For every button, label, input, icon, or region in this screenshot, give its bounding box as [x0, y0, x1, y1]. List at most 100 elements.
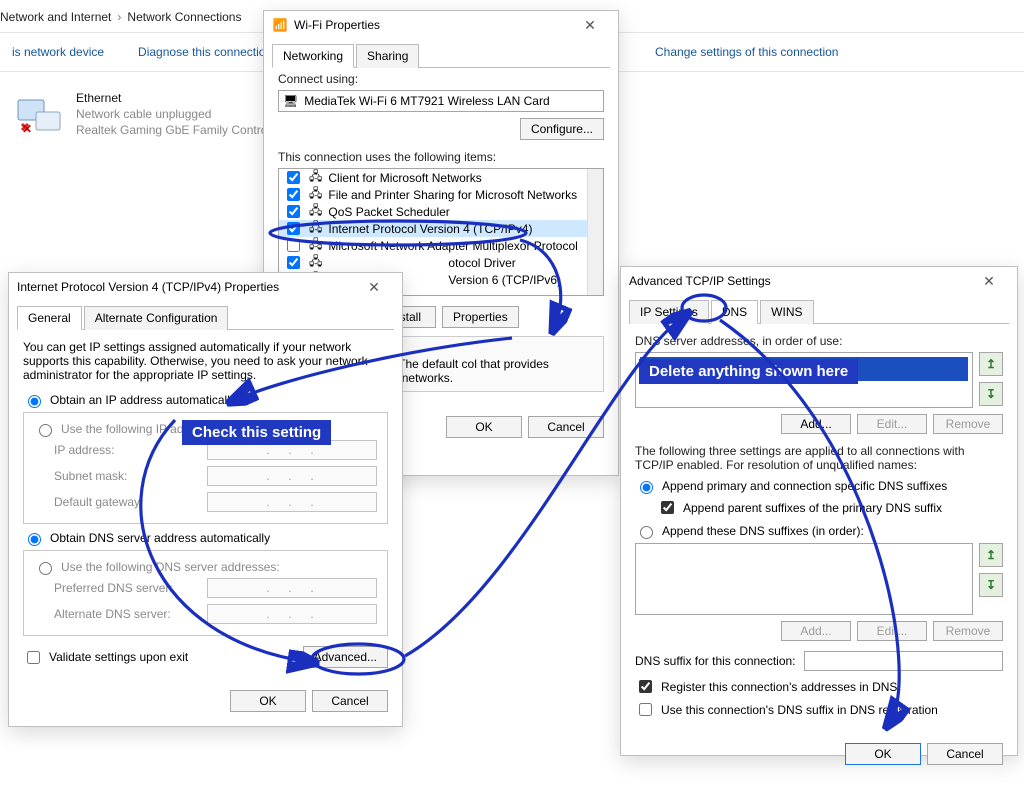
chk-item-3[interactable] — [287, 222, 300, 235]
breadcrumb-network-connections[interactable]: Network Connections — [127, 10, 241, 24]
label-append-parent: Append parent suffixes of the primary DN… — [683, 501, 942, 515]
suffix-edit-button[interactable]: Edit... — [857, 621, 927, 641]
tab-alternate-config[interactable]: Alternate Configuration — [84, 306, 229, 330]
dns-remove-button[interactable]: Remove — [933, 414, 1003, 434]
disconnected-x-icon: ✕ — [22, 122, 32, 136]
item-ipv6: Version 6 (TCP/IPv6) — [448, 273, 561, 287]
item-client-ms: Client for Microsoft Networks — [328, 171, 481, 185]
dns-suffixes-listbox[interactable] — [635, 543, 973, 615]
chk-item-1[interactable] — [287, 188, 300, 201]
ip-address-label: IP address: — [54, 443, 114, 457]
ipv4-ok-button[interactable]: OK — [230, 690, 306, 712]
dns-edit-button[interactable]: Edit... — [857, 414, 927, 434]
adapter-name: Ethernet — [76, 90, 267, 106]
tab-ip-settings[interactable]: IP Settings — [629, 300, 709, 324]
chk-validate[interactable] — [27, 651, 40, 664]
chk-item-4[interactable] — [287, 239, 300, 252]
wifi-cancel-button[interactable]: Cancel — [528, 416, 604, 438]
item-file-printer: File and Printer Sharing for Microsoft N… — [328, 188, 577, 202]
subnet-mask-field[interactable]: . . . — [207, 466, 377, 486]
radio-obtain-ip-auto[interactable] — [28, 395, 41, 408]
cmd-disable-device[interactable]: is network device — [12, 45, 104, 59]
radio-use-ip[interactable] — [39, 424, 52, 437]
alt-dns-label: Alternate DNS server: — [54, 607, 171, 621]
chk-item-5[interactable] — [287, 256, 300, 269]
tab-general[interactable]: General — [17, 306, 82, 330]
tab-wins[interactable]: WINS — [760, 300, 813, 324]
radio-use-dns[interactable] — [39, 562, 52, 575]
close-icon[interactable]: ✕ — [969, 273, 1009, 290]
connect-using-label: Connect using: — [278, 72, 604, 86]
dns-suffix-input[interactable] — [804, 651, 1003, 671]
chk-append-parent[interactable] — [661, 501, 674, 514]
dns-servers-listbox[interactable] — [635, 352, 973, 408]
chk-use-suffix[interactable] — [639, 703, 652, 716]
selected-dns-entry[interactable] — [640, 357, 968, 381]
ipv4-cancel-button[interactable]: Cancel — [312, 690, 388, 712]
tab-networking[interactable]: Networking — [272, 44, 354, 68]
ipv4-title: Internet Protocol Version 4 (TCP/IPv4) P… — [17, 280, 279, 294]
label-use-dns: Use the following DNS server addresses: — [61, 560, 280, 574]
suffix-add-button[interactable]: Add... — [781, 621, 851, 641]
item-ipv4: Internet Protocol Version 4 (TCP/IPv4) — [328, 222, 532, 236]
radio-obtain-dns-auto[interactable] — [28, 533, 41, 546]
chk-item-0[interactable] — [287, 171, 300, 184]
uses-items-label: This connection uses the following items… — [278, 150, 604, 164]
wifi-icon: 📶 — [272, 17, 288, 33]
subnet-mask-label: Subnet mask: — [54, 469, 127, 483]
validate-label: Validate settings upon exit — [49, 650, 188, 664]
breadcrumb-network-internet[interactable]: Network and Internet — [0, 10, 111, 24]
alt-dns-field[interactable]: . . . — [207, 604, 377, 624]
move-down-button[interactable]: ↧ — [979, 382, 1003, 406]
chk-item-2[interactable] — [287, 205, 300, 218]
adv-cancel-button[interactable]: Cancel — [927, 743, 1003, 765]
validate-on-exit[interactable]: Validate settings upon exit — [23, 648, 188, 667]
item-qos: QoS Packet Scheduler — [328, 205, 449, 219]
adapter-field: MediaTek Wi-Fi 6 MT7921 Wireless LAN Car… — [304, 94, 549, 108]
radio-append-primary[interactable] — [640, 481, 653, 494]
wifi-ok-button[interactable]: OK — [446, 416, 522, 438]
close-icon[interactable]: ✕ — [570, 17, 610, 34]
tab-sharing[interactable]: Sharing — [356, 44, 419, 68]
suffix-remove-button[interactable]: Remove — [933, 621, 1003, 641]
ipv4-properties-dialog: Internet Protocol Version 4 (TCP/IPv4) P… — [8, 272, 403, 727]
label-use-suffix: Use this connection's DNS suffix in DNS … — [661, 703, 938, 717]
close-icon[interactable]: ✕ — [354, 279, 394, 296]
label-obtain-dns-auto: Obtain DNS server address automatically — [50, 531, 270, 545]
adapter-device: Realtek Gaming GbE Family Contro — [76, 122, 267, 138]
dns-add-button[interactable]: Add... — [781, 414, 851, 434]
dns-suffix-label: DNS suffix for this connection: — [635, 654, 796, 668]
default-gateway-label: Default gateway: — [54, 495, 143, 509]
cmd-diagnose-connection[interactable]: Diagnose this connection — [138, 45, 272, 59]
item-driver: otocol Driver — [448, 256, 515, 270]
tab-dns[interactable]: DNS — [711, 300, 758, 324]
breadcrumb-separator: › — [117, 10, 121, 24]
configure-button[interactable]: Configure... — [520, 118, 604, 140]
label-use-ip: Use the following IP address: — [61, 422, 216, 436]
adv-ok-button[interactable]: OK — [845, 743, 921, 765]
list-scrollbar[interactable] — [587, 169, 603, 295]
chk-register-dns[interactable] — [639, 680, 652, 693]
label-append-these: Append these DNS suffixes (in order): — [662, 524, 864, 538]
network-adapter-icon: 🖥 — [283, 94, 298, 108]
suffix-move-up-button[interactable]: ↥ — [979, 543, 1003, 567]
ipv4-blurb: You can get IP settings assigned automat… — [23, 340, 388, 382]
radio-append-these[interactable] — [640, 526, 653, 539]
three-settings-text: The following three settings are applied… — [635, 444, 1003, 472]
advanced-title: Advanced TCP/IP Settings — [629, 274, 771, 288]
advanced-button[interactable]: Advanced... — [303, 646, 388, 668]
default-gateway-field[interactable]: . . . — [207, 492, 377, 512]
label-append-primary: Append primary and connection specific D… — [662, 479, 947, 493]
label-obtain-ip-auto: Obtain an IP address automatically — [50, 393, 236, 407]
adapter-ethernet[interactable]: ✕ Ethernet Network cable unplugged Realt… — [12, 90, 267, 138]
wifi-title: Wi-Fi Properties — [294, 18, 380, 32]
properties-button[interactable]: Properties — [442, 306, 519, 328]
item-multiplexor: Microsoft Network Adapter Multiplexor Pr… — [328, 239, 577, 253]
cmd-change-settings[interactable]: Change settings of this connection — [655, 45, 838, 59]
pref-dns-label: Preferred DNS server: — [54, 581, 173, 595]
move-up-button[interactable]: ↥ — [979, 352, 1003, 376]
pref-dns-field[interactable]: . . . — [207, 578, 377, 598]
ip-address-field[interactable]: . . . — [207, 440, 377, 460]
suffix-move-down-button[interactable]: ↧ — [979, 573, 1003, 597]
dns-order-label: DNS server addresses, in order of use: — [635, 334, 1003, 348]
